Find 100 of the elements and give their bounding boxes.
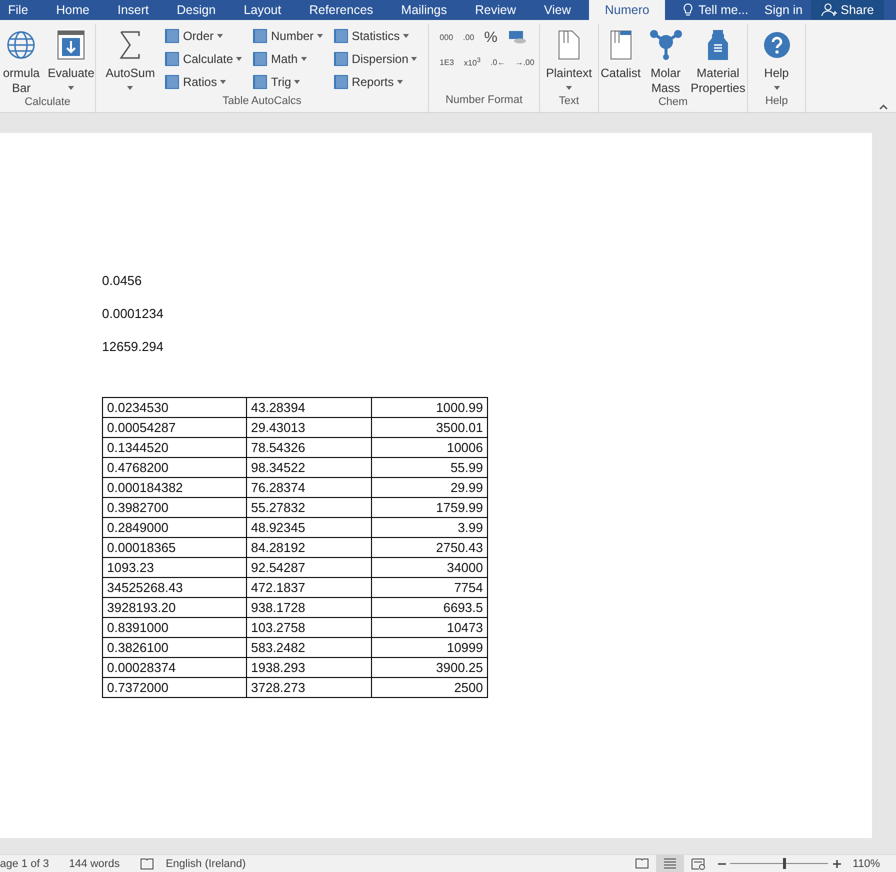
- paragraph-text: 0.0456: [102, 273, 143, 290]
- language-label[interactable]: English (Ireland): [166, 858, 246, 870]
- format-button[interactable]: x10$^{3}$: [464, 56, 481, 68]
- clipped-card-icon: [608, 29, 633, 61]
- ribbon-button[interactable]: Molar Mass: [646, 24, 686, 96]
- table-cell: 7754: [372, 578, 488, 598]
- caret-icon: [316, 34, 323, 38]
- ribbon-tab[interactable]: References: [309, 0, 374, 20]
- table-cell: 2750.43: [372, 538, 488, 558]
- table-cell: 55.99: [372, 458, 488, 478]
- group-label: Text: [558, 95, 580, 109]
- table-cell: 0.2849000: [102, 518, 246, 538]
- ribbon-button[interactable]: ormula Bar: [0, 24, 43, 96]
- lightbulb-icon: [683, 3, 694, 17]
- sign-in-link[interactable]: Sign in: [756, 0, 811, 20]
- table-cell: 103.2758: [246, 618, 372, 638]
- table-cell: 0.0234530: [102, 398, 246, 418]
- table-cell: 29.99: [372, 478, 488, 498]
- share-button[interactable]: Share: [810, 0, 884, 20]
- table-cell: 0.00028374: [102, 658, 246, 678]
- ribbon-tab[interactable]: View: [544, 0, 571, 20]
- caret-icon: [294, 80, 300, 84]
- molecule-icon: [648, 29, 683, 61]
- table-cell: 0.4768200: [102, 458, 246, 478]
- table-cell: 3928193.20: [102, 598, 246, 618]
- ribbon-dropdown-button[interactable]: Reports: [332, 72, 418, 92]
- page-count[interactable]: age 1 of 3: [0, 858, 49, 870]
- caret-icon: [402, 34, 409, 38]
- format-button[interactable]: →.00: [515, 58, 534, 66]
- table-cell: 0.000184382: [102, 478, 246, 498]
- ribbon-tab[interactable]: Insert: [118, 0, 149, 20]
- ribbon-button[interactable]: AutoSum: [102, 24, 158, 95]
- ribbon-button[interactable]: Material Properties: [688, 24, 748, 96]
- format-button[interactable]: 000: [440, 32, 454, 42]
- group-label: Calculate: [24, 96, 72, 110]
- table-cell: 2500: [372, 678, 488, 698]
- ribbon-tab[interactable]: Home: [56, 0, 90, 20]
- paragraph-text: 12659.294: [102, 339, 164, 356]
- ribbon-tab[interactable]: Mailings: [401, 0, 448, 20]
- ribbon-button[interactable]: Catalist: [598, 24, 644, 81]
- table-cell: 3.99: [372, 518, 488, 538]
- group-label: Chem: [657, 96, 689, 110]
- ribbon-tab[interactable]: Review: [475, 0, 516, 20]
- ribbon-button[interactable]: Plaintext: [542, 24, 596, 95]
- ribbon-tab[interactable]: File: [8, 0, 28, 20]
- zoom-level[interactable]: 110%: [852, 858, 880, 870]
- zoom-in-icon[interactable]: [832, 860, 841, 868]
- table-cell: 3728.273: [246, 678, 372, 698]
- ribbon-tab[interactable]: Numero: [588, 0, 666, 20]
- table-cell: 0.00018365: [102, 538, 246, 558]
- table-cell: 1093.23: [102, 558, 246, 578]
- caret-icon: [396, 80, 403, 84]
- caret-icon: [236, 57, 242, 61]
- format-button[interactable]: .00: [463, 32, 474, 42]
- table-cell: 1759.99: [372, 498, 488, 518]
- bottle-icon: [706, 29, 730, 61]
- ribbon-dropdown-button[interactable]: Statistics: [332, 26, 418, 46]
- format-button[interactable]: .0←: [490, 58, 506, 66]
- format-button[interactable]: 1E3: [440, 58, 454, 66]
- table-cell: 0.8391000: [102, 618, 246, 638]
- table-cell: 0.3982700: [102, 498, 246, 518]
- table-cell: 3500.01: [372, 418, 488, 438]
- table-cell: 472.1837: [246, 578, 372, 598]
- table-cell: 43.28394: [246, 398, 372, 418]
- ribbon-dropdown-button[interactable]: Calculate: [164, 49, 242, 69]
- table-cell: 583.2482: [246, 638, 372, 658]
- table-cell: 3900.25: [372, 658, 488, 678]
- sigma-icon: [119, 30, 142, 60]
- paragraph-text: 0.0001234: [102, 306, 164, 323]
- person-plus-icon: [820, 3, 837, 17]
- ribbon-dropdown-button[interactable]: Math: [252, 49, 323, 69]
- format-button[interactable]: %: [484, 28, 498, 46]
- caret-icon: [220, 80, 226, 84]
- table-cell: 84.28192: [246, 538, 372, 558]
- caret-icon: [216, 34, 223, 38]
- ribbon-dropdown-button[interactable]: Ratios: [164, 72, 242, 92]
- ribbon-button[interactable]: Help: [760, 24, 794, 95]
- table-cell: 98.34522: [246, 458, 372, 478]
- word-count[interactable]: 144 words: [68, 858, 120, 870]
- caret-icon: [300, 57, 307, 61]
- ribbon-dropdown-button[interactable]: Number: [252, 26, 323, 46]
- ribbon-tab[interactable]: Layout: [244, 0, 282, 20]
- print-layout-icon[interactable]: [656, 855, 684, 872]
- table-cell: 0.00054287: [102, 418, 246, 438]
- ribbon-dropdown-button[interactable]: Trig: [252, 72, 323, 92]
- ribbon-dropdown-button[interactable]: Order: [164, 26, 242, 46]
- proofing-book-icon[interactable]: [140, 858, 154, 870]
- table-cell: 34000: [372, 558, 488, 578]
- table-cell: 0.3826100: [102, 638, 246, 658]
- table-cell: 6693.5: [372, 598, 488, 618]
- table-cell: 48.92345: [246, 518, 372, 538]
- ribbon-button[interactable]: Evaluate: [44, 24, 98, 95]
- globe-icon: [6, 30, 36, 60]
- tell-me-field[interactable]: Tell me...: [675, 0, 756, 20]
- collapse-ribbon-icon[interactable]: [879, 104, 888, 110]
- ribbon-tab[interactable]: Design: [176, 0, 216, 20]
- table-cell: 78.54326: [246, 438, 372, 458]
- group-label: Number Format: [444, 94, 524, 108]
- ribbon-dropdown-button[interactable]: Dispersion: [332, 49, 418, 69]
- help-icon: [762, 31, 790, 59]
